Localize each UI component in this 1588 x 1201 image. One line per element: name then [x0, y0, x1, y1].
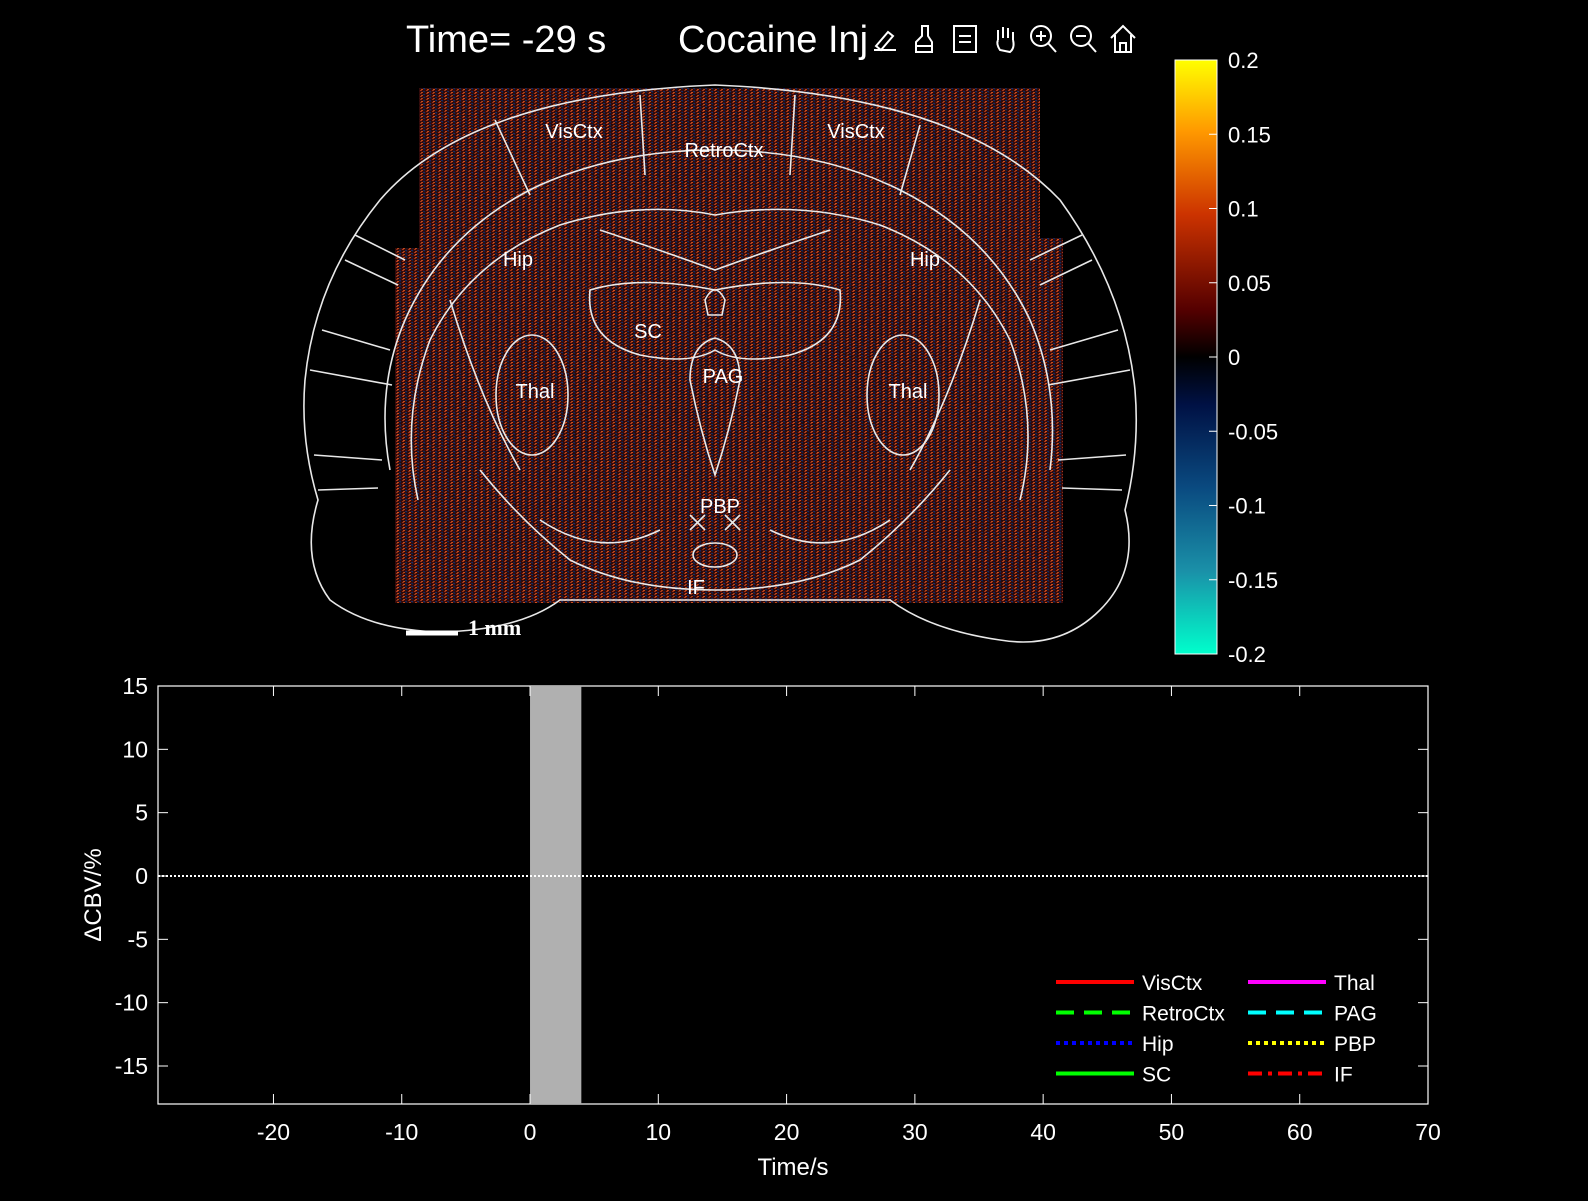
region-label: VisCtx: [827, 121, 884, 143]
x-axis-label: Time/s: [757, 1154, 828, 1181]
y-tick-label: 15: [122, 673, 148, 699]
region-label: IF: [687, 577, 705, 599]
pan-hand-icon[interactable]: [990, 22, 1020, 56]
timecourse-plot: -20 -10 0 10 20 30 40 50 60 70 151050-5-10-15 Tim…: [80, 673, 1441, 1181]
y-tick-label: -5: [128, 926, 148, 952]
legend-label: PAG: [1334, 1003, 1377, 1026]
zoom-in-icon[interactable]: [1028, 22, 1058, 56]
x-tick-label: 0: [524, 1119, 537, 1145]
annotate-icon[interactable]: [870, 22, 900, 56]
region-label: Thal: [516, 381, 555, 403]
brain-map: VisCtx RetroCtx VisCtx Hip Hip SC PAG Th…: [303, 84, 1138, 643]
region-label: Thal: [889, 381, 928, 403]
colorbar-tick-label: 0: [1228, 345, 1240, 370]
region-label: PBP: [700, 496, 740, 518]
legend-label: Hip: [1142, 1033, 1174, 1056]
legend-label: PBP: [1334, 1033, 1376, 1056]
legend-label: SC: [1142, 1064, 1171, 1087]
home-icon[interactable]: [1108, 22, 1138, 56]
region-label: Hip: [910, 249, 940, 271]
region-label: VisCtx: [545, 121, 602, 143]
region-label: PAG: [703, 366, 744, 388]
colorbar-tick-label: 0.1: [1228, 197, 1259, 222]
colorbar-tick-label: -0.1: [1228, 494, 1266, 519]
x-tick-label: -20: [257, 1119, 290, 1145]
colorbar-tick-label: 0.15: [1228, 122, 1271, 147]
x-tick-label: -10: [385, 1119, 418, 1145]
time-label: Time= -29 s: [406, 19, 606, 61]
y-tick-label: -15: [115, 1053, 148, 1079]
legend-label: Thal: [1334, 972, 1375, 995]
axes-toolbar: [870, 22, 1138, 56]
scale-bar-label: 1 mm: [468, 615, 521, 640]
colorbar-tick-label: 0.2: [1228, 48, 1259, 73]
region-label: Hip: [503, 249, 533, 271]
x-tick-label: 70: [1415, 1119, 1441, 1145]
x-tick-label: 50: [1159, 1119, 1185, 1145]
colorbar-tick-label: -0.2: [1228, 642, 1266, 667]
colorbar: 0.2 0.15 0.1 0.05 0 -0.05 -0.1 -0.15 -0.2: [1174, 48, 1278, 667]
x-tick-label: 60: [1287, 1119, 1313, 1145]
x-tick-label: 30: [902, 1119, 928, 1145]
datatip-icon[interactable]: [950, 22, 980, 56]
y-tick-label: 10: [122, 736, 148, 762]
legend-label: IF: [1334, 1064, 1353, 1087]
y-axis-label: ΔCBV/%: [80, 848, 107, 941]
region-label: SC: [634, 321, 662, 343]
colorbar-tick-label: -0.05: [1228, 419, 1278, 444]
region-label: RetroCtx: [685, 140, 764, 162]
injection-window: [530, 686, 582, 1104]
zoom-out-icon[interactable]: [1068, 22, 1098, 56]
legend-label: RetroCtx: [1142, 1003, 1225, 1026]
x-tick-label: 40: [1030, 1119, 1056, 1145]
legend-label: VisCtx: [1142, 972, 1203, 995]
brush-icon[interactable]: [910, 22, 940, 56]
figure-canvas: Time= -29 s Cocaine Inj VisCtx RetroCtx …: [80, 19, 1441, 1181]
y-tick-label: -10: [115, 990, 148, 1016]
x-tick-label: 10: [646, 1119, 672, 1145]
x-tick-label: 20: [774, 1119, 800, 1145]
colorbar-tick-label: 0.05: [1228, 271, 1271, 296]
y-tick-label: 5: [135, 800, 148, 826]
plot-axes-box: [157, 685, 1429, 1105]
colorbar-tick-label: -0.15: [1228, 568, 1278, 593]
y-tick-label: 0: [135, 863, 148, 889]
figure-title: Cocaine Inj: [678, 19, 868, 61]
